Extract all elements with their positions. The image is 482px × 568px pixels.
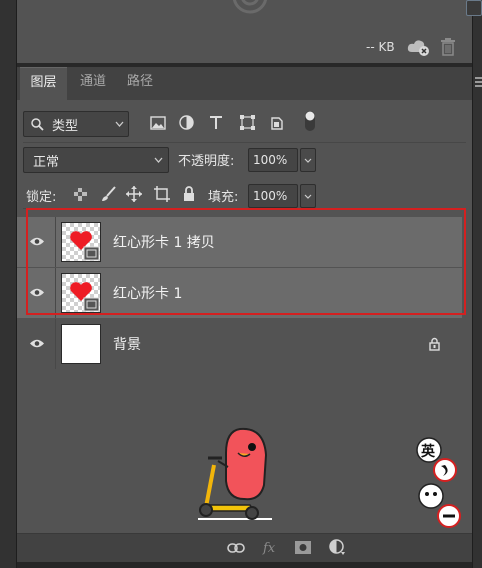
layer-filter-value: 类型: [52, 119, 79, 134]
layer-effects-icon[interactable]: fx: [262, 539, 280, 557]
opacity-input[interactable]: 100%: [248, 148, 298, 172]
lock-artboard-icon[interactable]: [154, 186, 170, 202]
lock-transparent-pixels-icon[interactable]: [74, 188, 87, 201]
bottom-edge-strip: [17, 562, 472, 568]
fill-input[interactable]: 100%: [248, 184, 298, 208]
filter-toggle-icon[interactable]: [304, 110, 316, 132]
smart-object-filter-icon[interactable]: [270, 115, 284, 130]
adjustment-layer-icon[interactable]: [329, 539, 346, 556]
adjustment-filter-icon[interactable]: [179, 115, 194, 130]
eye-icon: [30, 339, 44, 348]
opacity-dropdown-button[interactable]: [300, 148, 316, 172]
tab-layers[interactable]: 图层: [20, 67, 67, 101]
cloud-sync-icon[interactable]: [406, 38, 430, 56]
chevron-down-icon: [115, 121, 124, 127]
library-size-label: -- KB: [366, 40, 395, 54]
lock-image-pixels-icon[interactable]: [101, 186, 116, 202]
link-layers-icon[interactable]: [227, 542, 245, 554]
search-icon: [31, 118, 44, 131]
creative-cloud-icon: [232, 0, 268, 14]
chevron-down-icon: [304, 158, 312, 163]
layer-thumbnail: [61, 324, 101, 364]
panel-menu-icon[interactable]: [475, 77, 482, 87]
layer-filter-select[interactable]: 类型: [23, 111, 129, 137]
image-filter-icon[interactable]: [150, 116, 166, 130]
lock-all-icon[interactable]: [183, 186, 195, 201]
chevron-down-icon: [304, 194, 312, 199]
svg-text:fx: fx: [262, 541, 276, 556]
selection-highlight-box: [26, 208, 466, 315]
sticker-text: 英: [420, 443, 436, 460]
chevron-down-icon: [154, 157, 163, 163]
lock-position-icon[interactable]: [126, 186, 142, 202]
left-panel-edge: [0, 0, 17, 568]
fill-dropdown-button[interactable]: [300, 184, 316, 208]
blend-mode-value: 正常: [33, 155, 60, 170]
panel-separator: [23, 142, 466, 143]
layers-panel: 类型 正常 不透明度: 100% 锁定: 填充: 100% 红心形卡 1 拷贝 …: [17, 100, 472, 533]
fill-label: 填充:: [208, 190, 239, 205]
lock-label: 锁定:: [26, 190, 57, 205]
blend-mode-select[interactable]: 正常: [23, 147, 169, 173]
layer-row[interactable]: 背景: [17, 319, 462, 369]
layer-name[interactable]: 背景: [113, 334, 141, 354]
layers-bottom-toolbar: fx: [17, 533, 472, 563]
layer-visibility-toggle[interactable]: [17, 319, 56, 369]
bean-scooter-sticker: [198, 427, 272, 520]
opacity-label: 不透明度:: [178, 154, 235, 169]
tab-paths[interactable]: 路径: [118, 67, 162, 100]
emoji-stickers: 英: [416, 437, 461, 528]
lock-icon: [429, 337, 440, 351]
panel-corner-button[interactable]: [466, 0, 482, 16]
panel-tab-bar: 图层 通道 路径: [17, 67, 482, 101]
tab-channels[interactable]: 通道: [70, 67, 116, 100]
type-filter-icon[interactable]: [209, 115, 223, 130]
trash-icon[interactable]: [441, 38, 455, 56]
shape-filter-icon[interactable]: [240, 115, 255, 130]
add-mask-icon[interactable]: [295, 541, 311, 554]
